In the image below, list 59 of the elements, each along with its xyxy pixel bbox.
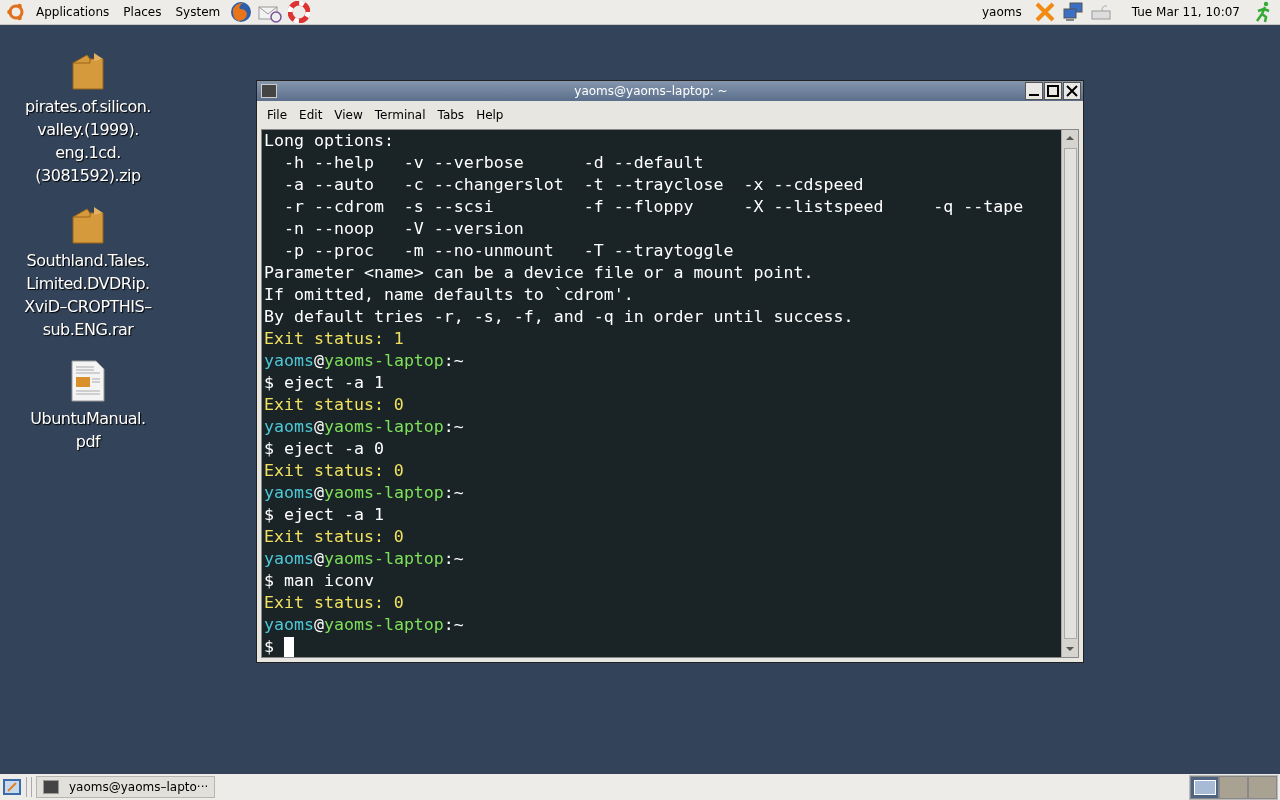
- scrollbar[interactable]: [1061, 130, 1078, 657]
- terminal-icon[interactable]: [261, 84, 277, 98]
- prompt-sign: $: [264, 636, 275, 657]
- file-name[interactable]: pirates.of.silicon. valley.(1999). eng.1cd. (3081592).zip: [25, 95, 151, 187]
- output-line: Long options:: [264, 130, 395, 152]
- output-line: $ man iconv: [264, 570, 375, 592]
- prompt-line: yaoms@yaoms-laptop:~: [264, 614, 465, 636]
- menu-item[interactable]: Edit: [295, 106, 327, 124]
- computers-icon[interactable]: [1061, 1, 1084, 23]
- desktop-icon[interactable]: [2, 777, 22, 797]
- output-line: $ eject -a 1: [264, 504, 385, 526]
- status-line: Exit status: 0: [264, 592, 405, 614]
- menu-item[interactable]: Help: [472, 106, 508, 124]
- maximize-button[interactable]: [1044, 82, 1062, 100]
- output-line: By default tries -r, -s, -f, and -q in order until success.: [264, 306, 855, 328]
- menu-item[interactable]: Terminal: [370, 106, 430, 124]
- maximize-icon: [1046, 84, 1060, 98]
- logo-icon[interactable]: [6, 2, 26, 22]
- minimize-icon: [1029, 94, 1039, 96]
- close-icon: [1065, 84, 1079, 98]
- text-cursor: [284, 637, 294, 657]
- output-line: $ eject -a 0: [264, 438, 385, 460]
- output-line: -n --noop -V --version: [282, 218, 525, 240]
- close-button[interactable]: [1063, 82, 1081, 100]
- panel-menu[interactable]: System: [171, 5, 225, 19]
- prompt-line: yaoms@yaoms-laptop:~: [264, 482, 465, 504]
- help-icon[interactable]: [288, 1, 311, 23]
- prompt-line: yaoms@yaoms-laptop:~: [264, 416, 465, 438]
- taskbar-button[interactable]: yaoms@yaoms–lapto···: [36, 776, 216, 798]
- output-line: -a --auto -c --changerslot -t --trayclose -x --cdspeed: [282, 174, 865, 196]
- output-line: -r --cdrom -s --scsi -f --floppy -X --listspeed -q --tape: [282, 196, 1025, 218]
- menu-item[interactable]: Tabs: [433, 106, 469, 124]
- terminal-icon: [43, 780, 59, 794]
- window-title: yaoms@yaoms–laptop: ~: [573, 84, 729, 98]
- output-line: $ eject -a 1: [264, 372, 385, 394]
- status-line: Exit status: 0: [264, 526, 405, 548]
- package-icon[interactable]: [70, 51, 106, 91]
- workspace-button[interactable]: [1190, 775, 1219, 799]
- output-line: -h --help -v --verbose -d --default: [282, 152, 705, 174]
- prompt-line: yaoms@yaoms-laptop:~: [264, 548, 465, 570]
- file-name[interactable]: Southland.Tales. Limited.DVDRip. XviD–CROPTHIS– sub.ENG.rar: [24, 249, 152, 341]
- prompt-line: yaoms@yaoms-laptop:~: [264, 350, 465, 372]
- menu-item[interactable]: View: [330, 106, 367, 124]
- output-line: If omitted, name defaults to `cdrom'.: [264, 284, 635, 306]
- panel-menu[interactable]: Places: [119, 5, 166, 19]
- file-name[interactable]: UbuntuManual. pdf: [30, 407, 146, 453]
- menu-item[interactable]: File: [263, 106, 292, 124]
- status-line: Exit status: 1: [264, 328, 405, 350]
- minimize-button[interactable]: [1025, 82, 1043, 100]
- document-icon[interactable]: [70, 359, 106, 403]
- clock[interactable]: Tue Mar 11, 10:07: [1125, 5, 1246, 19]
- status-line: Exit status: 0: [264, 394, 405, 416]
- status-line: Exit status: 0: [264, 460, 405, 482]
- output-line: Parameter <name> can be a device file or a mount point.: [264, 262, 815, 284]
- panel-menu[interactable]: Applications: [32, 5, 114, 19]
- user-name[interactable]: yaoms: [976, 5, 1028, 19]
- package-icon[interactable]: [70, 205, 106, 245]
- output-line: -p --proc -m --no-unmount -T --traytoggle: [282, 240, 735, 262]
- browser-icon[interactable]: [230, 1, 253, 23]
